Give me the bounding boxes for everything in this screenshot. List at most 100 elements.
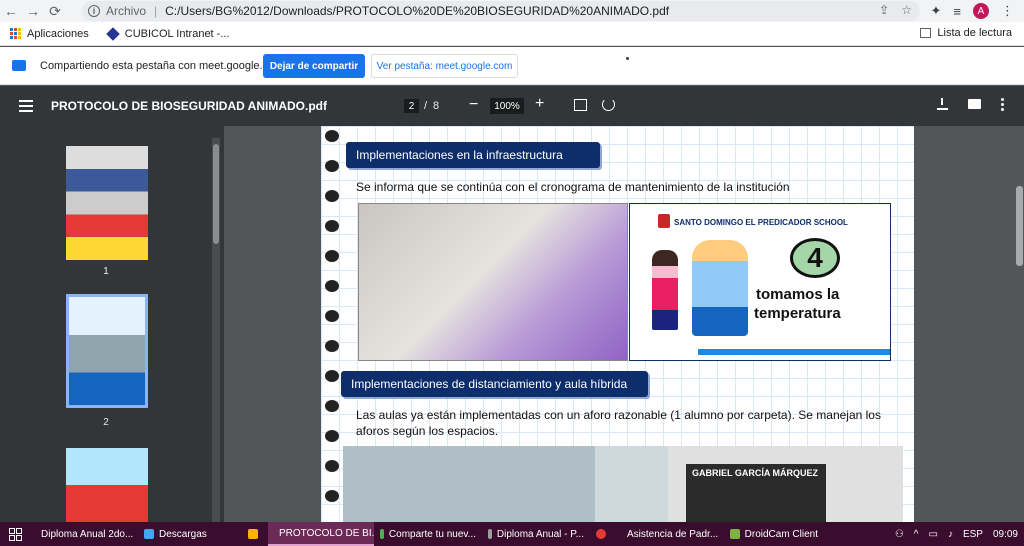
opera-icon xyxy=(596,529,606,539)
page-separator: / xyxy=(424,100,428,112)
meet-icon xyxy=(380,529,384,539)
address-scheme: Archivo xyxy=(106,4,147,18)
apps-grid-icon xyxy=(10,28,21,39)
view-tab-button[interactable]: Ver pestaña: meet.google.com xyxy=(371,54,518,78)
stop-sharing-button[interactable]: Dejar de compartir xyxy=(263,54,365,78)
hamburger-menu-icon[interactable] xyxy=(19,100,33,112)
taskbar-item-descargas[interactable]: Descargas xyxy=(138,522,242,546)
taskbar-label: Diploma Anual - P... xyxy=(496,528,584,540)
page-thumbnail-2[interactable] xyxy=(66,294,148,408)
profile-avatar[interactable]: A xyxy=(973,3,989,19)
system-tray: ⚇ ^ ▭ ♪ ESP 09:09 xyxy=(895,522,1018,546)
viewer-scroll-thumb[interactable] xyxy=(1016,186,1023,266)
reading-list-label: Lista de lectura xyxy=(937,27,1012,39)
paint-icon xyxy=(488,529,492,539)
taskbar-label: Comparte tu nuev... xyxy=(388,528,476,540)
bookmark-label: Aplicaciones xyxy=(27,27,89,40)
page-thumbnail-1[interactable] xyxy=(66,146,148,260)
forward-button[interactable]: → xyxy=(22,0,44,22)
more-options-icon[interactable] xyxy=(1001,98,1004,111)
thumbnail-label: 2 xyxy=(103,417,109,428)
address-separator: | xyxy=(154,4,158,18)
taskbar-label: Descargas xyxy=(159,528,207,540)
poster-step-number: 4 xyxy=(790,238,840,278)
bookmark-cubicol[interactable]: CUBICOL Intranet -... xyxy=(105,26,230,41)
taskbar-item-comparte[interactable]: Comparte tu nuev... xyxy=(374,522,482,546)
tray-chevron-icon[interactable]: ^ xyxy=(914,529,919,540)
nurse-illustration xyxy=(692,240,748,336)
thermometer-photo xyxy=(358,203,628,361)
classroom-banner: GABRIEL GARCÍA MÁRQUEZ xyxy=(686,464,826,522)
windows-taskbar: Diploma Anual 2do... Descargas PROTOCOLO… xyxy=(0,522,1024,546)
reading-list-icon xyxy=(920,28,932,38)
poster-caption-line2: temperatura xyxy=(754,305,841,322)
taskbar-item-diploma-anual[interactable]: Diploma Anual - P... xyxy=(482,522,590,546)
thumbnail-label: 1 xyxy=(103,266,109,277)
page-thumbnail-3[interactable] xyxy=(66,448,148,522)
taskbar-label: DroidCam Client xyxy=(744,528,818,540)
extensions-icon[interactable]: ✦ xyxy=(931,3,942,19)
language-indicator[interactable]: ESP xyxy=(963,529,983,540)
taskbar-item-diploma-2do[interactable]: Diploma Anual 2do... xyxy=(30,522,138,546)
clock[interactable]: 09:09 xyxy=(993,529,1018,540)
file-explorer-icon xyxy=(248,529,258,539)
total-pages: 8 xyxy=(433,100,440,112)
pdf-toolbar: PROTOCOLO DE BIOSEGURIDAD ANIMADO.pdf 2 … xyxy=(0,86,1024,126)
bookmarks-bar: Aplicaciones CUBICOL Intranet -... Lista… xyxy=(0,22,1024,46)
thumbnail-sidebar: 1 2 xyxy=(0,126,224,522)
tab-sharing-bar: Compartiendo esta pestaña con meet.googl… xyxy=(0,47,1024,85)
media-control-icon[interactable]: ≡ xyxy=(953,4,961,19)
school-crest-icon xyxy=(658,214,670,228)
zoom-in-button[interactable]: + xyxy=(535,95,544,113)
cursor-dot xyxy=(626,57,629,60)
bookmark-apps[interactable]: Aplicaciones xyxy=(10,28,89,40)
taskbar-item-droidcam[interactable]: DroidCam Client xyxy=(724,522,824,546)
poster-caption-line1: tomamos la xyxy=(756,286,840,303)
section-text-distancing: Las aulas ya están implementadas con un … xyxy=(356,408,881,438)
child-illustration xyxy=(652,250,678,330)
bookmark-star-icon[interactable]: ☆ xyxy=(901,3,912,17)
browser-menu-icon[interactable]: ⋮ xyxy=(1001,3,1014,19)
info-icon[interactable]: i xyxy=(88,5,100,17)
address-bar[interactable]: i Archivo | C:/Users/BG%2012/Downloads/P… xyxy=(82,1,920,21)
taskbar-label: Diploma Anual 2do... xyxy=(41,528,134,540)
fit-page-icon[interactable] xyxy=(574,99,587,111)
section-title-infrastructure: Implementaciones en la infraestructura xyxy=(346,142,600,168)
back-button[interactable]: ← xyxy=(0,0,22,22)
address-url: C:/Users/BG%2012/Downloads/PROTOCOLO%20D… xyxy=(165,4,670,18)
section-text-infrastructure: Se informa que se continúa con el cronog… xyxy=(356,180,790,194)
bookmark-label: CUBICOL Intranet -... xyxy=(124,27,230,40)
rotate-icon[interactable] xyxy=(602,98,615,111)
taskbar-item-asistencia[interactable]: Asistencia de Padr... xyxy=(616,522,724,546)
browser-toolbar: ← → ⟳ i Archivo | C:/Users/BG%2012/Downl… xyxy=(0,0,1024,22)
taskbar-item-opera[interactable] xyxy=(590,522,616,546)
volume-icon[interactable]: ♪ xyxy=(948,529,953,540)
windows-logo-icon xyxy=(8,527,22,541)
start-button[interactable] xyxy=(0,522,30,546)
taskbar-item-file-explorer[interactable] xyxy=(242,522,268,546)
taskbar-label: Asistencia de Padr... xyxy=(627,528,719,540)
page-number-input[interactable]: 2 xyxy=(404,99,419,113)
taskbar-item-protocolo[interactable]: PROTOCOLO DE BI... xyxy=(268,522,374,546)
network-icon[interactable]: ▭ xyxy=(929,529,938,540)
pdf-title: PROTOCOLO DE BIOSEGURIDAD ANIMADO.pdf xyxy=(51,99,327,113)
sharing-status-text: Compartiendo esta pestaña con meet.googl… xyxy=(40,59,284,72)
taskbar-label: PROTOCOLO DE BI... xyxy=(279,527,374,539)
print-icon[interactable] xyxy=(968,99,981,109)
poster-bar xyxy=(698,349,890,355)
download-icon[interactable] xyxy=(937,98,948,110)
section-title-distancing: Implementaciones de distanciamiento y au… xyxy=(341,371,648,397)
reload-button[interactable]: ⟳ xyxy=(44,0,66,22)
sidebar-scroll-thumb[interactable] xyxy=(213,144,219,244)
people-icon[interactable]: ⚇ xyxy=(895,529,904,540)
poster-school-name: SANTO DOMINGO EL PREDICADOR SCHOOL xyxy=(674,218,848,227)
share-page-icon[interactable]: ⇪ xyxy=(879,3,889,17)
screen-share-icon xyxy=(12,60,26,71)
zoom-input[interactable]: 100% xyxy=(490,98,524,114)
cubicol-logo-icon xyxy=(105,26,120,41)
droidcam-icon xyxy=(730,529,740,539)
pdf-page: Implementaciones en la infraestructura S… xyxy=(321,126,914,522)
temperature-poster: SANTO DOMINGO EL PREDICADOR SCHOOL 4 tom… xyxy=(629,203,891,361)
reading-list-button[interactable]: Lista de lectura xyxy=(920,27,1012,39)
zoom-out-button[interactable]: − xyxy=(469,96,478,114)
